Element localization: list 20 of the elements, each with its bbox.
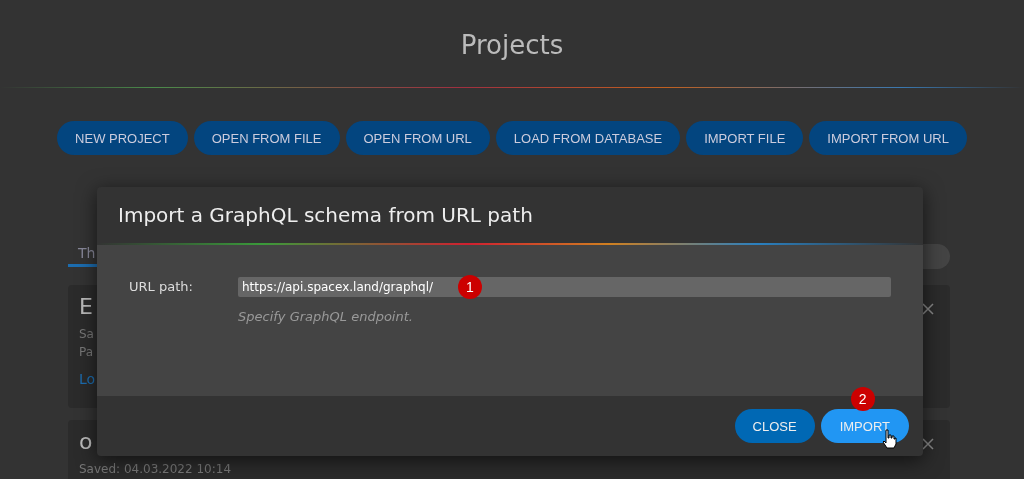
project-info: Sa <box>79 326 94 343</box>
project-title: o <box>79 430 93 454</box>
project-info: Pa <box>79 344 94 361</box>
field-hint: Specify GraphQL endpoint. <box>238 309 414 324</box>
close-icon[interactable] <box>922 303 934 315</box>
dialog-title: Import a GraphQL schema from URL path <box>118 203 533 227</box>
project-title: E <box>79 295 93 319</box>
toolbar-button[interactable]: NEW PROJECT <box>57 121 188 155</box>
toolbar-button[interactable]: OPEN FROM URL <box>345 121 490 155</box>
toolbar-button[interactable]: IMPORT FILE <box>686 121 804 155</box>
close-icon[interactable] <box>922 438 934 450</box>
close-button[interactable]: CLOSE <box>734 409 815 443</box>
page-title: Projects <box>459 29 565 62</box>
toolbar-button[interactable]: IMPORT FROM URL <box>809 121 967 155</box>
project-info: Saved: 04.03.2022 10:14 <box>79 461 232 478</box>
step-marker: 1 <box>458 275 482 299</box>
toolbar-button[interactable]: LOAD FROM DATABASE <box>495 121 681 155</box>
hand-cursor-icon <box>880 429 897 449</box>
field-label: URL path: <box>129 279 194 294</box>
toolbar-button[interactable]: OPEN FROM FILE <box>193 121 340 155</box>
